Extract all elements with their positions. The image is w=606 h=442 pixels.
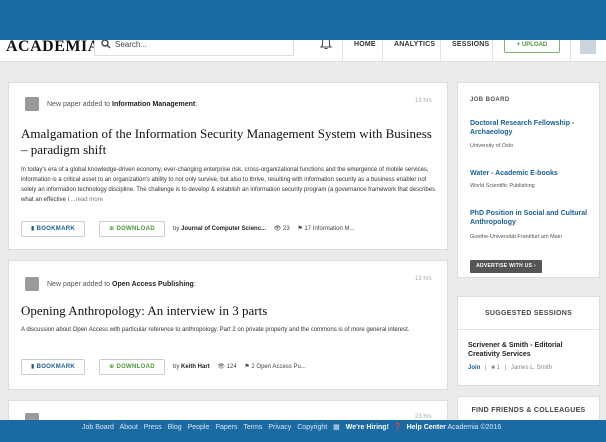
paper-excerpt: In today's era of a global knowledge-dri…: [21, 165, 437, 205]
separator: |: [504, 365, 507, 371]
bookmark-label: BOOKMARK: [36, 364, 75, 370]
job-org: World Scientific Publishing: [470, 183, 535, 189]
download-label: DOWNLOAD: [116, 364, 155, 370]
feed-notice: New paper added to Information Managemen…: [47, 101, 197, 108]
author-link[interactable]: Journal of Computer Scienc...: [181, 226, 266, 232]
footer-link[interactable]: Terms: [243, 424, 262, 431]
bookmark-button[interactable]: ▮ BOOKMARK: [21, 221, 85, 237]
session-meta: Join | ■ 1 | James L. Smith: [468, 365, 552, 371]
advertise-button[interactable]: ADVERTISE WITH US ›: [470, 260, 542, 273]
footer-copyright: Academia ©2016: [447, 424, 502, 431]
nav-analytics[interactable]: ANALYTICS: [394, 41, 435, 48]
bookmark-icon: ▮: [31, 226, 35, 232]
download-icon: ⊕: [109, 226, 115, 232]
tags-count: 17: [304, 226, 312, 232]
tag-name-link[interactable]: Information M...: [313, 226, 355, 232]
search-placeholder: Search...: [115, 40, 148, 49]
job-title[interactable]: PhD Position in Social and Cultural Anth…: [470, 209, 594, 227]
paper-excerpt: A discussion about Open Access with part…: [21, 327, 410, 333]
notice-suffix: :: [193, 281, 196, 288]
download-button[interactable]: ⊕ DOWNLOAD: [99, 221, 165, 237]
views-icon: 👁: [217, 364, 225, 370]
feed-time: 13 hrs: [415, 276, 432, 282]
comment-icon: ■: [491, 365, 495, 371]
divider: [458, 329, 599, 330]
help-icon: ❓: [393, 424, 403, 431]
by-label: by: [173, 226, 182, 232]
notice-target[interactable]: Open Access Publishing: [112, 281, 194, 288]
tag-small-icon: ⚑: [297, 226, 303, 232]
help-center-link[interactable]: Help Center: [407, 424, 446, 431]
download-label: DOWNLOAD: [116, 226, 155, 232]
tag-small-icon: ⚑: [244, 364, 250, 370]
download-button[interactable]: ⊕ DOWNLOAD: [99, 359, 165, 375]
notice-target[interactable]: Information Management: [112, 101, 195, 108]
tag-icon: [25, 277, 39, 291]
download-icon: ⊕: [109, 364, 115, 370]
footer: Job Board About Press Blog People Papers…: [0, 420, 606, 442]
paper-meta: by Keith Hart 👁 124 ⚑ 2 Open Access Pu..…: [173, 363, 306, 370]
join-link[interactable]: Join: [468, 365, 480, 371]
notice-suffix: :: [195, 101, 198, 108]
feed-card: New paper added to Open Access Publishin…: [8, 260, 448, 390]
views-icon: 👁: [273, 226, 282, 232]
read-more-link[interactable]: ...read more: [71, 197, 103, 203]
comment-count: 1: [496, 365, 500, 371]
views-count: 23: [283, 226, 290, 232]
paper-title[interactable]: Opening Anthropology: An interview in 3 …: [21, 303, 441, 319]
bookmark-label: BOOKMARK: [36, 226, 75, 232]
job-title[interactable]: Doctoral Research Fellowship - Archaeolo…: [470, 119, 594, 137]
paper-meta: by Journal of Computer Scienc... 👁 23 ⚑ …: [173, 225, 354, 232]
footer-link[interactable]: Privacy: [268, 424, 291, 431]
footer-link[interactable]: About: [119, 424, 137, 431]
academia-logo[interactable]: ACADEMIA: [6, 38, 100, 56]
bookmark-icon: ▮: [31, 364, 35, 370]
session-title[interactable]: Scrivener & Smith - Editorial Creativity…: [468, 341, 592, 359]
by-label: by: [173, 364, 182, 370]
tags-count: 2: [251, 364, 255, 370]
separator: |: [485, 365, 487, 371]
briefcase-icon: ▦: [333, 424, 340, 431]
footer-link[interactable]: Papers: [215, 424, 237, 431]
job-org: Goethe-Universität Frankfurt am Main: [470, 234, 563, 240]
paper-title[interactable]: Amalgamation of the Information Security…: [21, 126, 441, 158]
author-link[interactable]: Keith Hart: [181, 364, 210, 370]
nav-sessions[interactable]: SESSIONS: [452, 41, 489, 48]
feed-notice: New paper added to Open Access Publishin…: [47, 281, 196, 288]
footer-link[interactable]: Job Board: [82, 424, 114, 431]
search-icon: [101, 39, 111, 49]
views-count: 124: [226, 364, 237, 370]
suggested-sessions-title: SUGGESTED SESSIONS: [484, 310, 573, 317]
suggested-sessions-panel: SUGGESTED SESSIONS Scrivener & Smith - E…: [457, 296, 600, 386]
feed-card: New paper added to Information Managemen…: [8, 82, 448, 250]
footer-link[interactable]: Copyright: [297, 424, 327, 431]
notice-prefix: New paper added to: [47, 101, 112, 108]
session-person[interactable]: James L. Smith: [511, 365, 552, 371]
feed-time: 13 hrs: [415, 98, 432, 104]
footer-links: Job Board About Press Blog People Papers…: [82, 423, 505, 431]
upload-button[interactable]: + UPLOAD: [504, 38, 560, 53]
nav-home[interactable]: HOME: [354, 41, 376, 48]
footer-link[interactable]: Blog: [168, 424, 182, 431]
tag-name-link[interactable]: Open Access Pu...: [256, 364, 305, 370]
find-friends-title: FIND FRIENDS & COLLEAGUES: [471, 407, 586, 414]
footer-link[interactable]: Press: [144, 424, 162, 431]
job-title[interactable]: Water - Academic E-books: [470, 169, 594, 178]
footer-link[interactable]: People: [188, 424, 210, 431]
browser-top-bar: [0, 0, 606, 40]
hiring-link[interactable]: We're Hiring!: [346, 424, 389, 431]
bookmark-button[interactable]: ▮ BOOKMARK: [21, 359, 85, 375]
job-org: University of Oslo: [470, 143, 514, 149]
notice-prefix: New paper added to: [47, 281, 112, 288]
tag-icon: [25, 97, 39, 111]
job-board-panel: JOB BOARD Doctoral Research Fellowship -…: [457, 82, 600, 278]
job-board-title: JOB BOARD: [470, 97, 510, 103]
